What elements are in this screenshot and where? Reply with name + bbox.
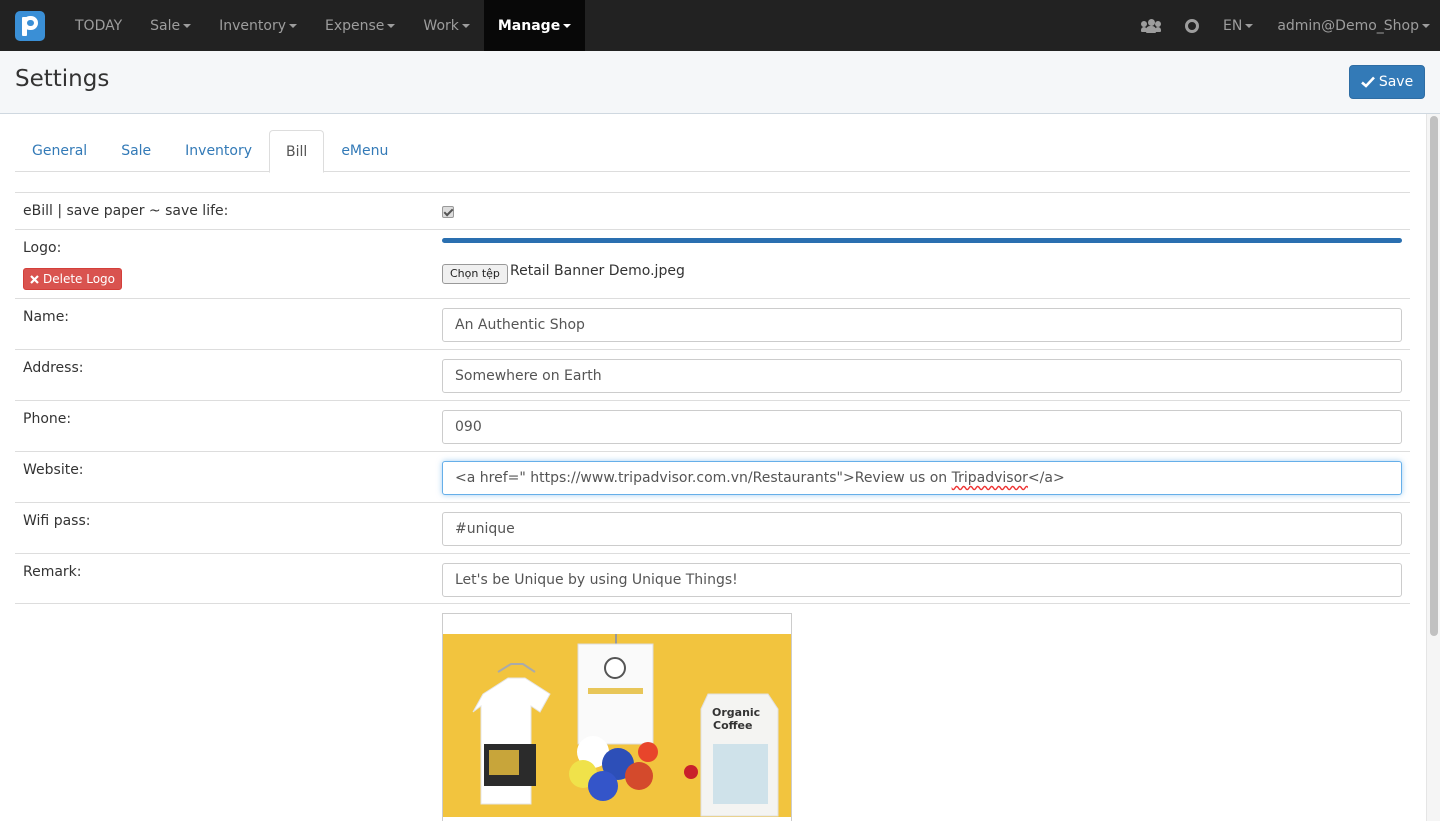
caret-down-icon bbox=[563, 23, 572, 28]
logo-row: Logo: Delete Logo Chọn tệp Retail Banner… bbox=[15, 229, 1410, 298]
users-icon bbox=[1140, 18, 1161, 33]
wifi-label: Wifi pass: bbox=[23, 513, 91, 529]
nav-work-label: Work bbox=[423, 17, 459, 34]
banner-text-line-2: Coffee bbox=[713, 719, 752, 732]
chosen-file-name: Retail Banner Demo.jpeg bbox=[510, 263, 685, 279]
logo-bowl bbox=[23, 15, 38, 30]
nav-today-label: TODAY bbox=[75, 17, 123, 34]
user-menu[interactable]: admin@Demo_Shop bbox=[1265, 0, 1440, 51]
logo-label: Logo: bbox=[23, 240, 62, 256]
tab-inventory[interactable]: Inventory bbox=[168, 130, 269, 172]
remark-input[interactable]: Let's be Unique by using Unique Things! bbox=[442, 563, 1402, 597]
nav-inventory[interactable]: Inventory bbox=[205, 0, 311, 51]
save-button[interactable]: Save bbox=[1349, 65, 1425, 99]
preview-banner-background: Organic Coffee bbox=[443, 634, 791, 817]
delete-logo-label: Delete Logo bbox=[43, 272, 116, 286]
name-row: Name: An Authentic Shop bbox=[15, 298, 1410, 349]
help-button[interactable] bbox=[1173, 0, 1211, 51]
settings-tabs: General Sale Inventory Bill eMenu bbox=[15, 130, 1410, 173]
team-button[interactable] bbox=[1129, 0, 1173, 51]
user-label: admin@Demo_Shop bbox=[1277, 17, 1419, 34]
website-label: Website: bbox=[23, 462, 84, 478]
remark-label: Remark: bbox=[23, 564, 82, 580]
upload-progress-bar bbox=[442, 238, 1402, 243]
nav-inventory-label: Inventory bbox=[219, 17, 286, 34]
ebill-row: eBill | save paper ~ save life: bbox=[15, 192, 1410, 229]
language-dropdown[interactable]: EN bbox=[1211, 0, 1265, 51]
remark-row: Remark: Let's be Unique by using Unique … bbox=[15, 553, 1410, 604]
website-value-flagged-word: Tripadvisor bbox=[951, 470, 1028, 486]
nav-manage[interactable]: Manage bbox=[483, 0, 586, 51]
navbar-right: EN admin@Demo_Shop bbox=[1129, 0, 1440, 51]
nav-expense-label: Expense bbox=[325, 17, 385, 34]
save-button-label: Save bbox=[1378, 74, 1414, 90]
top-navbar: TODAY Sale Inventory Expense Work Manage… bbox=[0, 0, 1440, 51]
website-value-end: </a> bbox=[1027, 470, 1065, 486]
wifi-input[interactable]: #unique bbox=[442, 512, 1402, 546]
check-icon bbox=[1360, 76, 1375, 88]
banner-text-line-1: Organic bbox=[712, 706, 760, 719]
upload-progress-fill bbox=[442, 238, 1402, 243]
choose-file-button[interactable]: Chọn tệp bbox=[442, 264, 508, 284]
nav-sale-label: Sale bbox=[150, 17, 181, 34]
page-scrollbar[interactable] bbox=[1426, 114, 1440, 821]
times-icon bbox=[30, 274, 39, 284]
phone-label: Phone: bbox=[23, 411, 72, 427]
caret-down-icon bbox=[1245, 23, 1254, 28]
banner-illustration: Organic Coffee bbox=[472, 634, 779, 817]
phone-row: Phone: 090 bbox=[15, 400, 1410, 451]
caret-down-icon bbox=[387, 23, 396, 28]
lifebuoy-icon bbox=[1184, 18, 1199, 33]
website-row: Website: <a href=" https://www.tripadvis… bbox=[15, 451, 1410, 502]
language-label: EN bbox=[1222, 17, 1243, 34]
tab-bill[interactable]: Bill bbox=[269, 130, 325, 173]
app-logo[interactable] bbox=[15, 10, 45, 41]
name-label: Name: bbox=[23, 309, 70, 325]
wifi-row: Wifi pass: #unique bbox=[15, 502, 1410, 553]
phone-input[interactable]: 090 bbox=[442, 410, 1402, 444]
caret-down-icon bbox=[461, 23, 470, 28]
tab-emenu[interactable]: eMenu bbox=[324, 130, 405, 172]
address-row: Address: Somewhere on Earth bbox=[15, 349, 1410, 400]
scrollbar-thumb[interactable] bbox=[1430, 116, 1438, 636]
address-label: Address: bbox=[23, 360, 84, 376]
page-header: Settings Save bbox=[0, 51, 1440, 114]
tab-sale[interactable]: Sale bbox=[104, 130, 168, 172]
caret-down-icon bbox=[1422, 23, 1430, 28]
caret-down-icon bbox=[183, 23, 192, 28]
address-input[interactable]: Somewhere on Earth bbox=[442, 359, 1402, 393]
website-input[interactable]: <a href=" https://www.tripadvisor.com.vn… bbox=[442, 461, 1402, 495]
ebill-checkbox[interactable] bbox=[442, 206, 454, 218]
tab-general[interactable]: General bbox=[15, 130, 104, 172]
page-title: Settings bbox=[15, 66, 110, 92]
logo-preview-image: Organic Coffee bbox=[442, 613, 792, 821]
nav-sale[interactable]: Sale bbox=[136, 0, 205, 51]
name-input[interactable]: An Authentic Shop bbox=[442, 308, 1402, 342]
website-value-start: <a href=" https://www.tripadvisor.com.vn… bbox=[455, 470, 952, 486]
nav-manage-label: Manage bbox=[497, 17, 561, 34]
caret-down-icon bbox=[289, 23, 297, 28]
delete-logo-button[interactable]: Delete Logo bbox=[23, 268, 123, 290]
nav-work[interactable]: Work bbox=[409, 0, 483, 51]
nav-today[interactable]: TODAY bbox=[61, 0, 136, 51]
ebill-label: eBill | save paper ~ save life: bbox=[23, 203, 229, 219]
nav-expense[interactable]: Expense bbox=[311, 0, 409, 51]
